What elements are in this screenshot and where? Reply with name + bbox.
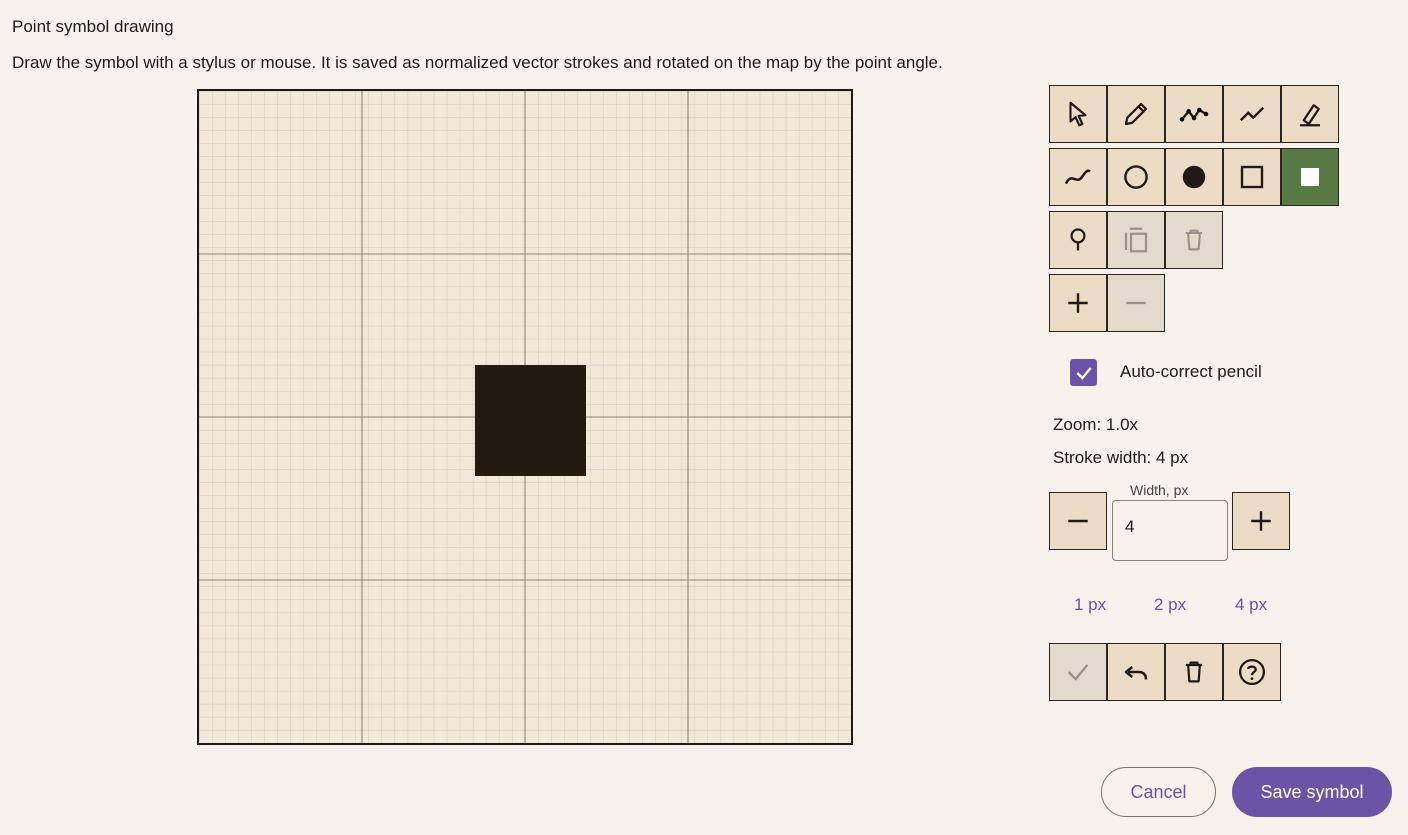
polyline-icon: [1179, 107, 1209, 122]
width-decrease-button[interactable]: [1049, 492, 1107, 550]
auto-correct-label: Auto-correct pencil: [1120, 362, 1262, 381]
pin-icon: [1070, 228, 1086, 251]
plus-icon: [1068, 293, 1088, 313]
dialog-description: Draw the symbol with a stylus or mouse. …: [12, 53, 943, 72]
plus-icon: [1251, 511, 1271, 531]
circle-filled-tool-button[interactable]: [1165, 148, 1223, 206]
width-field[interactable]: [1112, 500, 1228, 561]
preset-4px[interactable]: 4 px: [1235, 595, 1267, 615]
select-icon: [1069, 101, 1087, 127]
square-filled-icon: [1301, 168, 1319, 186]
select-tool-button[interactable]: [1049, 85, 1107, 143]
pin-tool-button[interactable]: [1049, 211, 1107, 269]
minus-icon: [1126, 301, 1146, 305]
help-button[interactable]: [1223, 643, 1281, 701]
square-filled-tool-button[interactable]: [1281, 148, 1339, 206]
polyline-tool-button[interactable]: [1165, 85, 1223, 143]
checkmark-icon: [1076, 366, 1092, 380]
dialog-title: Point symbol drawing: [12, 17, 174, 36]
minus-icon: [1068, 519, 1088, 523]
add-button[interactable]: [1049, 274, 1107, 332]
curve-icon: [1064, 169, 1091, 185]
copy-icon: [1124, 227, 1148, 253]
eraser-icon: [1300, 104, 1320, 127]
help-icon: [1239, 659, 1265, 685]
circle-filled-icon: [1182, 165, 1206, 189]
width-increase-button[interactable]: [1232, 492, 1290, 550]
save-symbol-button[interactable]: Save symbol: [1232, 767, 1392, 817]
delete-icon: [1185, 661, 1203, 683]
copy-button[interactable]: [1107, 211, 1165, 269]
circle-outline-icon: [1124, 165, 1148, 189]
undo-icon: [1124, 666, 1148, 680]
pencil-tool-button[interactable]: [1107, 85, 1165, 143]
remove-button[interactable]: [1107, 274, 1165, 332]
canvas-grid: [199, 91, 851, 743]
circle-outline-tool-button[interactable]: [1107, 148, 1165, 206]
pencil-icon: [1124, 102, 1148, 126]
stroke-width-readout: Stroke width: 4 px: [1053, 448, 1189, 467]
auto-correct-checkbox[interactable]: [1070, 359, 1097, 386]
line-tool-button[interactable]: [1223, 85, 1281, 143]
preset-2px[interactable]: 2 px: [1154, 595, 1186, 615]
curve-tool-button[interactable]: [1049, 148, 1107, 206]
square-outline-icon: [1240, 165, 1264, 189]
cancel-button[interactable]: Cancel: [1101, 767, 1216, 817]
square-outline-tool-button[interactable]: [1223, 148, 1281, 206]
undo-button[interactable]: [1107, 643, 1165, 701]
check-icon: [1067, 664, 1089, 681]
line-icon: [1239, 106, 1265, 122]
delete-icon: [1185, 229, 1203, 251]
confirm-button[interactable]: [1049, 643, 1107, 701]
width-input[interactable]: [1125, 517, 1215, 537]
preset-1px[interactable]: 1 px: [1074, 595, 1106, 615]
eraser-tool-button[interactable]: [1281, 85, 1339, 143]
drawing-canvas[interactable]: [197, 89, 853, 745]
delete-shape-button[interactable]: [1165, 211, 1223, 269]
zoom-readout: Zoom: 1.0x: [1053, 415, 1139, 434]
width-field-label: Width, px: [1126, 482, 1193, 498]
drawn-square-shape[interactable]: [475, 365, 586, 476]
clear-button[interactable]: [1165, 643, 1223, 701]
